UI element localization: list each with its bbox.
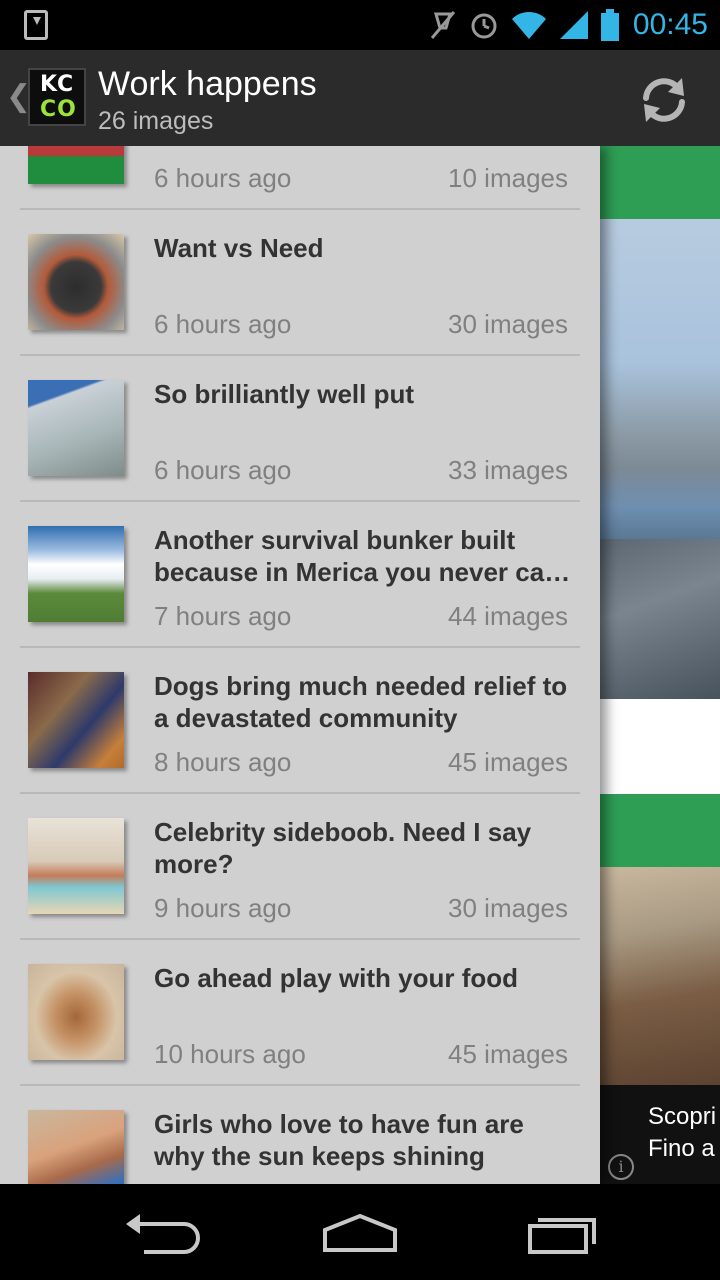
refresh-icon[interactable] [636, 72, 692, 128]
item-image-count: 45 images [448, 747, 568, 777]
signal-icon [560, 11, 588, 39]
page-subtitle: 26 images [98, 107, 214, 135]
list-item[interactable]: Go ahead play with your food 10 hours ag… [20, 940, 580, 1086]
action-bar: ❮ KC CO Work happens 26 images [0, 50, 720, 146]
status-bar: 00:45 [0, 0, 720, 50]
album-thumbnail [28, 1110, 124, 1184]
recent-apps-icon[interactable] [506, 1202, 616, 1262]
item-time: 10 hours ago [154, 1039, 306, 1069]
item-title: Girls who love to have fun are why the s… [154, 1109, 524, 1171]
ad-line-2: Fino a [648, 1135, 715, 1162]
content-header-bar-2 [600, 794, 720, 867]
item-time: 6 hours ago [154, 455, 292, 485]
album-thumbnail [28, 964, 124, 1060]
album-thumbnail [28, 146, 124, 184]
item-title-line-1: Another survival bunker built [154, 525, 516, 555]
back-icon[interactable] [104, 1202, 214, 1262]
content-header-bar [600, 146, 720, 219]
wifi-icon [512, 11, 546, 39]
item-title: Go ahead play with your food [154, 963, 519, 993]
album-thumbnail [28, 380, 124, 476]
item-image-count: 30 images [448, 893, 568, 923]
item-time: 6 hours ago [154, 163, 292, 193]
content-spacer [600, 699, 720, 794]
battery-icon [601, 9, 619, 41]
mute-icon [430, 11, 456, 39]
status-icons [428, 8, 620, 42]
item-image-count: 33 images [448, 455, 568, 485]
ad-line-1: Scopri [648, 1103, 717, 1130]
item-title: Dogs bring much needed relief to a devas… [154, 671, 568, 733]
list-item[interactable]: Want vs Need 6 hours ago 30 images [20, 210, 580, 356]
list-item[interactable]: Girls who love to have fun are why the s… [20, 1086, 580, 1184]
item-title: So brilliantly well put [154, 379, 415, 409]
item-time: 9 hours ago [154, 893, 292, 923]
list-item[interactable]: Another survival bunker built because in… [20, 502, 580, 648]
item-image-count: 10 images [448, 163, 568, 193]
list-item[interactable]: Dogs bring much needed relief to a devas… [20, 648, 580, 794]
list-item[interactable]: Celebrity sideboob. Need I say more? 9 h… [20, 794, 580, 940]
album-thumbnail [28, 818, 124, 914]
album-thumbnail [28, 672, 124, 768]
item-image-count: 45 images [448, 1039, 568, 1069]
item-image-count: 44 images [448, 601, 568, 631]
download-notification-icon [24, 10, 48, 40]
home-icon[interactable] [305, 1202, 415, 1262]
item-title: Another survival bunker built because in… [154, 524, 574, 588]
item-image-count: 30 images [448, 309, 568, 339]
navigation-bar [0, 1184, 720, 1280]
content-image-detail [600, 539, 720, 699]
app-logo[interactable]: KC CO [28, 68, 86, 126]
item-title: Want vs Need [154, 233, 324, 263]
item-title: Celebrity sideboob. Need I say more? [154, 817, 532, 879]
alarm-icon [471, 13, 497, 39]
page-title: Work happens [98, 65, 317, 103]
status-time: 00:45 [632, 8, 708, 41]
item-time: 6 hours ago [154, 309, 292, 339]
list-item[interactable]: So brilliantly well put 6 hours ago 33 i… [20, 356, 580, 502]
album-drawer: 6 hours ago 10 images Want vs Need 6 hou… [0, 146, 600, 1184]
list-item[interactable]: 6 hours ago 10 images [20, 146, 580, 210]
item-title-line-2: because in Merica you never ca… [154, 557, 571, 587]
album-thumbnail [28, 234, 124, 330]
album-thumbnail [28, 526, 124, 622]
ad-info-icon[interactable]: i [608, 1154, 634, 1180]
item-time: 7 hours ago [154, 601, 292, 631]
logo-line-1: KC [40, 72, 75, 97]
logo-line-2: CO [40, 97, 77, 122]
content-area: Scopri Fino a i 6 hours ago 10 images Wa… [0, 146, 720, 1184]
item-time: 8 hours ago [154, 747, 292, 777]
content-image-2[interactable] [600, 867, 720, 1085]
